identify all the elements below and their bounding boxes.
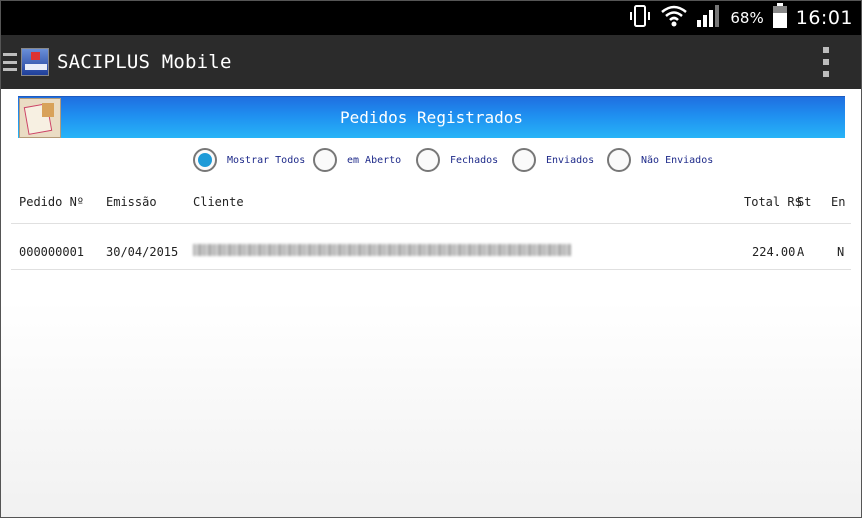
header-total: Total R$	[744, 195, 802, 209]
menu-icon[interactable]	[3, 51, 17, 73]
radio-label: Mostrar Todos	[227, 154, 306, 166]
signal-icon	[696, 4, 722, 32]
header-pedido: Pedido Nº	[19, 195, 85, 209]
header-emissao: Emissão	[106, 195, 157, 209]
table-row[interactable]: 000000001 30/04/2015 224.00 A N	[11, 223, 851, 270]
radio-label: Enviados	[546, 154, 595, 166]
overflow-menu-icon[interactable]	[823, 47, 829, 77]
app-logo-icon[interactable]	[21, 48, 49, 76]
cell-emissao: 30/04/2015	[106, 245, 179, 259]
filter-fechados[interactable]: Fechados	[416, 148, 498, 172]
cell-total: 224.00	[752, 245, 796, 259]
battery-icon	[772, 3, 788, 33]
table-header: Pedido Nº Emissão Cliente Total R$ St En	[0, 190, 862, 214]
radio-button[interactable]	[193, 148, 217, 172]
filter-mostrar-todos[interactable]: Mostrar Todos	[193, 148, 305, 172]
header-st: St	[797, 195, 812, 209]
radio-label: Fechados	[450, 154, 499, 166]
filter-em-aberto[interactable]: em Aberto	[313, 148, 401, 172]
action-bar: SACIPLUS Mobile	[1, 35, 861, 89]
radio-button[interactable]	[607, 148, 631, 172]
filter-nao-enviados[interactable]: Não Enviados	[607, 148, 713, 172]
orders-icon	[19, 98, 61, 138]
filter-radio-group: Mostrar Todos em Aberto Fechados Enviado…	[0, 148, 862, 172]
page-title: Pedidos Registrados	[339, 108, 524, 127]
radio-button[interactable]	[313, 148, 337, 172]
cell-st: A	[797, 245, 805, 259]
status-bar: 68% 16:01	[1, 1, 861, 35]
header-cliente: Cliente	[193, 195, 244, 209]
page-header-banner: Pedidos Registrados	[18, 96, 845, 138]
cell-pedido: 000000001	[19, 245, 85, 259]
filter-enviados[interactable]: Enviados	[512, 148, 594, 172]
vibrate-icon	[628, 4, 652, 32]
cell-en: N	[837, 245, 845, 259]
radio-button[interactable]	[416, 148, 440, 172]
radio-label: Não Enviados	[641, 154, 714, 166]
radio-button[interactable]	[512, 148, 536, 172]
app-title: SACIPLUS Mobile	[57, 51, 232, 73]
cell-cliente-redacted	[193, 244, 571, 256]
battery-percent: 68%	[730, 9, 764, 27]
radio-label: em Aberto	[347, 154, 402, 166]
clock: 16:01	[795, 7, 853, 29]
wifi-icon	[660, 4, 688, 32]
header-en: En	[831, 195, 846, 209]
